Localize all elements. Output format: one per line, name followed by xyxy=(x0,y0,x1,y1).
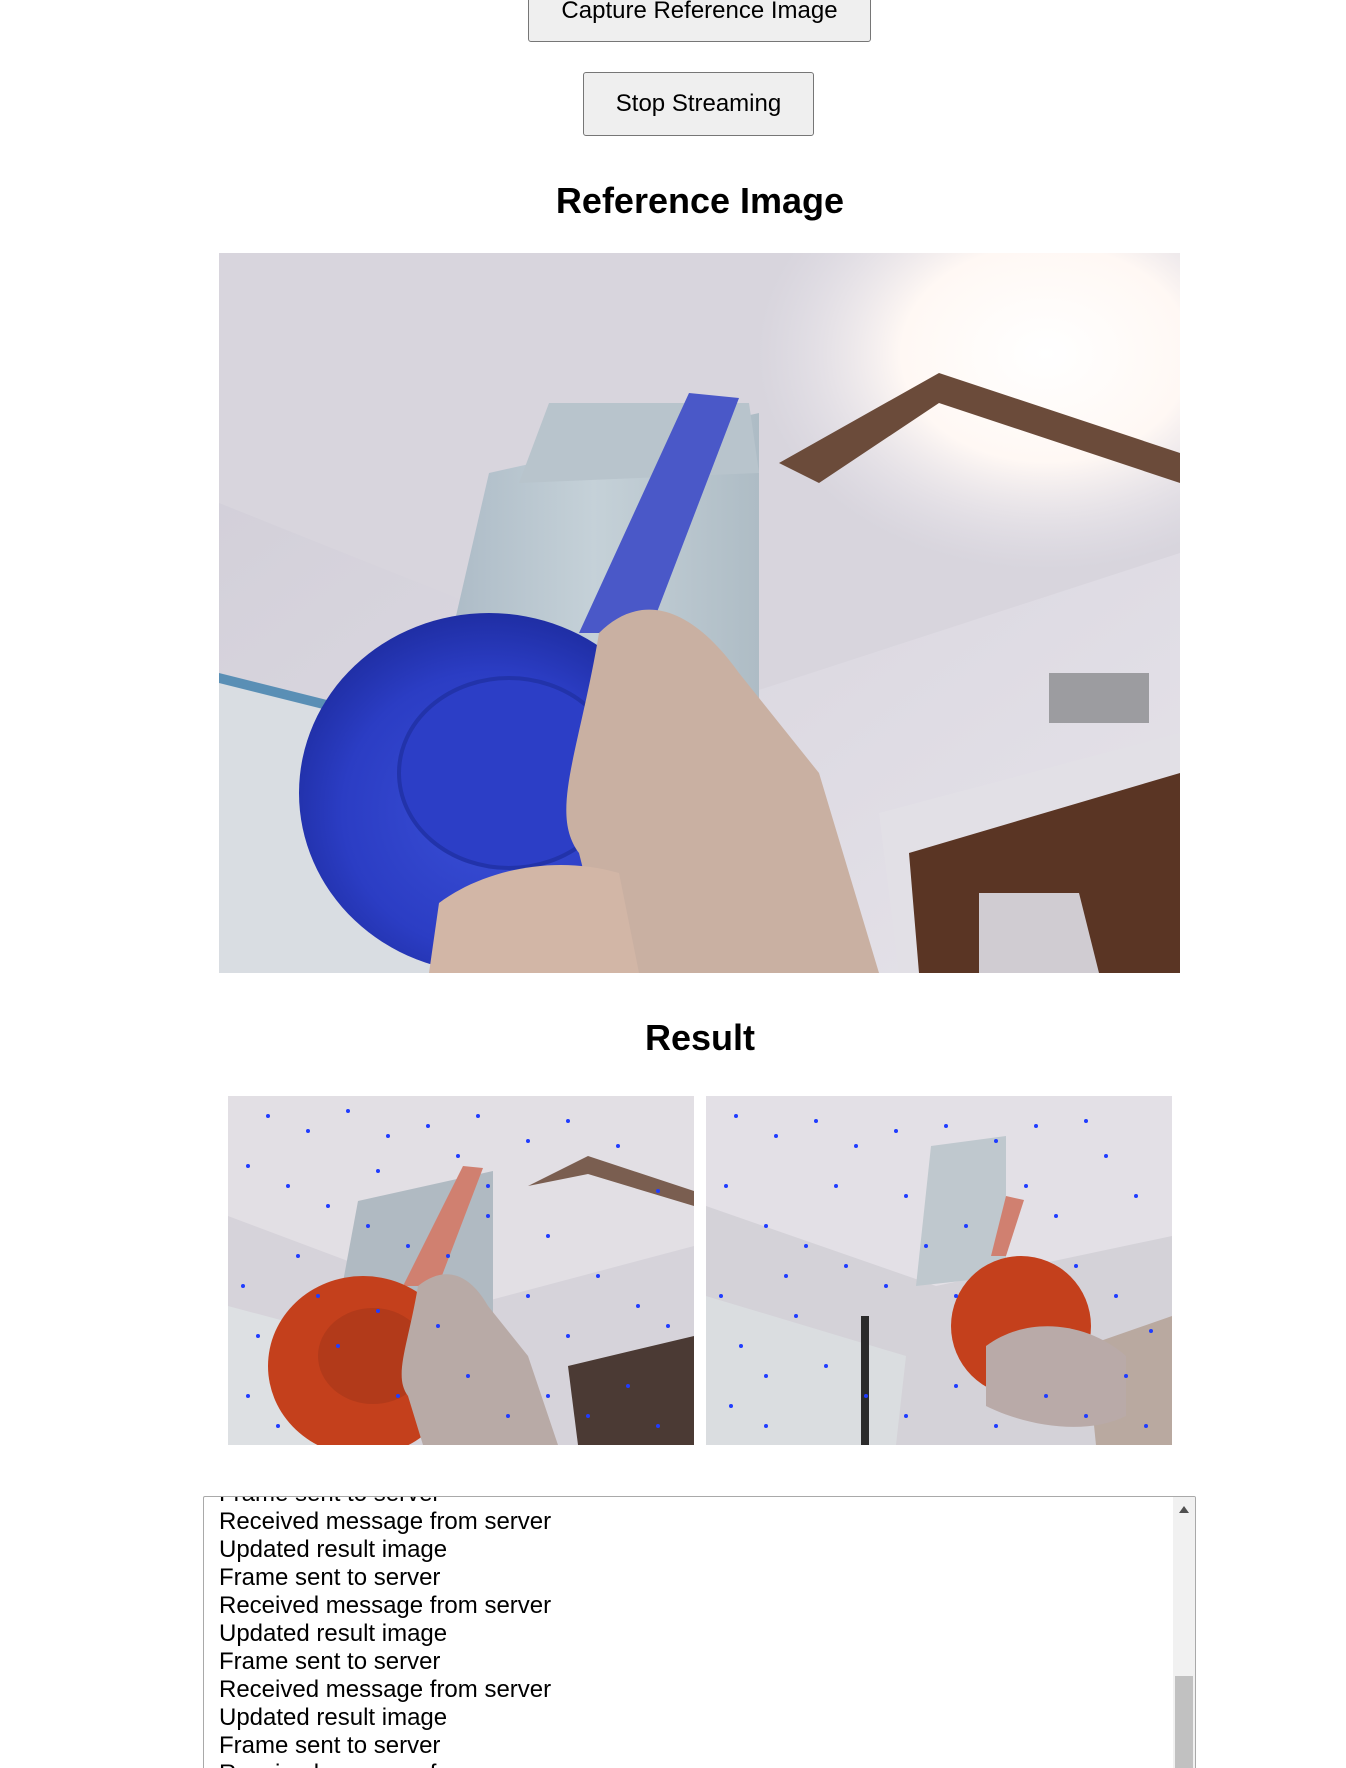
log-line: Frame sent to server xyxy=(219,1732,441,1759)
log-lines: Frame sent to server Received message fr… xyxy=(219,1497,1169,1768)
log-line: Received message from server xyxy=(219,1592,552,1619)
capture-reference-button[interactable]: Capture Reference Image xyxy=(528,0,871,42)
log-textarea[interactable]: Frame sent to server Received message fr… xyxy=(203,1496,1196,1768)
page: Capture Reference Image Stop Streaming R… xyxy=(0,0,1346,1768)
log-line: Updated result image xyxy=(219,1536,448,1563)
log-line: Received message from server xyxy=(219,1760,1169,1768)
log-line: Frame sent to server xyxy=(219,1564,441,1591)
scroll-thumb[interactable] xyxy=(1175,1676,1193,1768)
reference-photo xyxy=(219,253,1180,973)
reference-image-heading: Reference Image xyxy=(555,180,845,221)
stop-streaming-button[interactable]: Stop Streaming xyxy=(583,72,814,136)
log-line: Received message from server xyxy=(219,1676,552,1703)
result-heading: Result xyxy=(644,1017,756,1058)
log-line: Frame sent to server xyxy=(219,1648,441,1675)
reference-image xyxy=(219,253,1180,973)
log-line: Received message from server xyxy=(219,1508,552,1535)
log-scrollbar[interactable] xyxy=(1173,1497,1195,1768)
result-photo-right xyxy=(706,1096,1172,1445)
result-photo-left xyxy=(228,1096,694,1445)
scroll-up-arrow-icon[interactable] xyxy=(1173,1501,1195,1517)
log-line: Frame sent to server xyxy=(219,1497,1169,1508)
result-image-left xyxy=(228,1096,694,1445)
result-image-right xyxy=(706,1096,1172,1445)
log-line: Updated result image xyxy=(219,1704,448,1731)
log-line: Updated result image xyxy=(219,1620,448,1647)
